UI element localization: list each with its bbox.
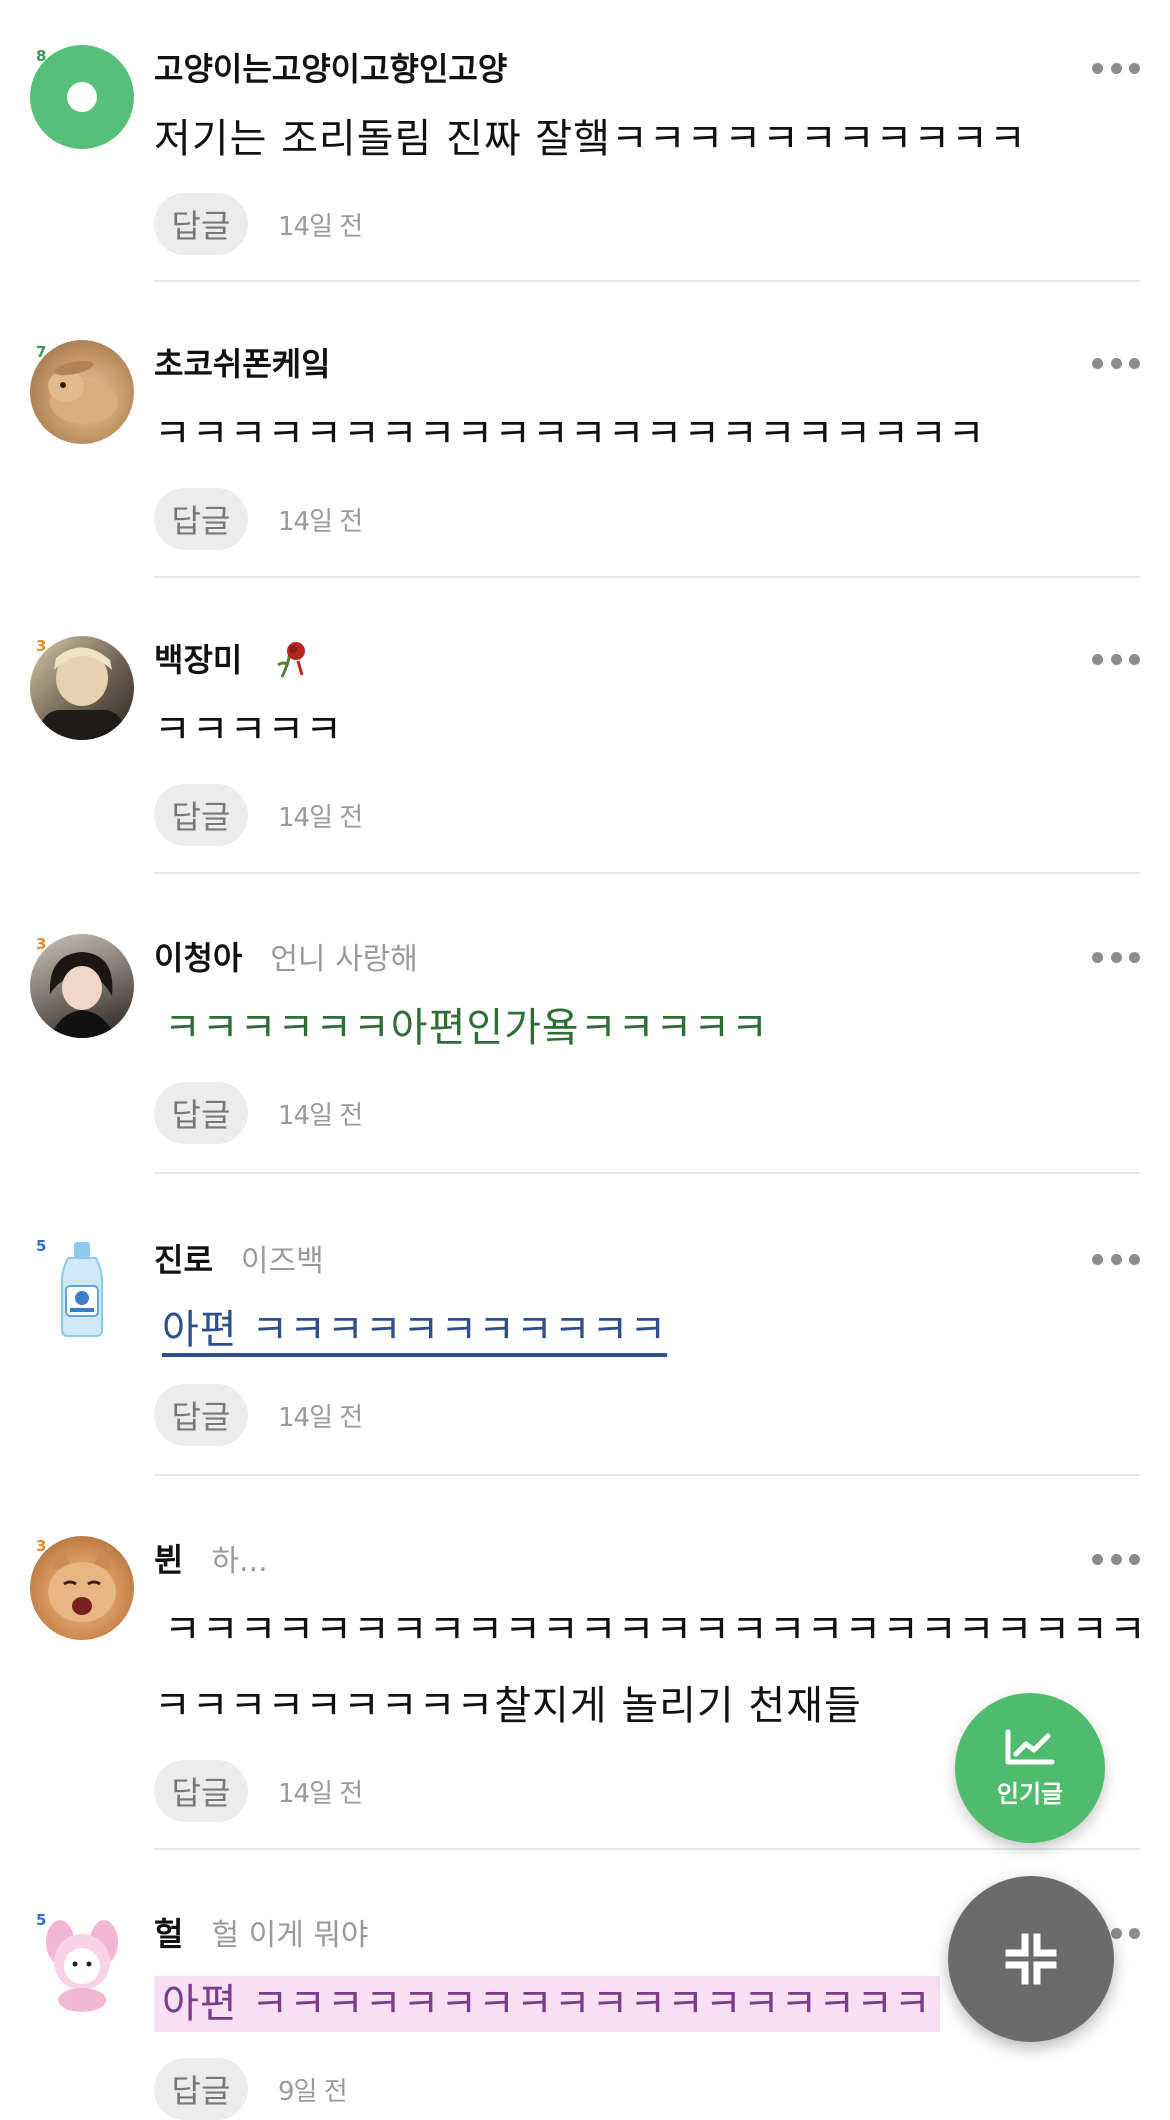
comment-text: 아편 ㅋㅋㅋㅋㅋㅋㅋㅋㅋㅋㅋㅋㅋㅋㅋㅋㅋㅋ: [154, 1976, 940, 2032]
level-badge: 5: [36, 1237, 47, 1255]
user-tag: 헐 이게 뭐야: [211, 1918, 369, 1953]
comment-link-text[interactable]: 아편 ㅋㅋㅋㅋㅋㅋㅋㅋㅋㅋㅋ: [154, 1302, 1140, 1358]
comment-text: 저기는 조리돌림 진짜 잘햌ㅋㅋㅋㅋㅋㅋㅋㅋㅋㅋㅋ: [154, 116, 1027, 162]
reply-button[interactable]: 답글: [154, 1082, 248, 1144]
level-badge: 5: [36, 1911, 47, 1929]
rose-icon: [277, 642, 306, 678]
trending-chart-icon: [1005, 1729, 1055, 1764]
popular-posts-button[interactable]: 인기글: [955, 1693, 1105, 1843]
comment-author[interactable]: 초코쉬폰케잌: [154, 339, 331, 385]
level-badge: 7: [36, 343, 47, 361]
comment-author[interactable]: 뷘: [154, 1535, 183, 1581]
level-badge: 8: [36, 47, 47, 65]
comment-author[interactable]: 이청아: [154, 933, 242, 979]
comment-time: 9일 전: [278, 2076, 348, 2107]
more-options-icon[interactable]: [1092, 652, 1140, 666]
comment-text: ㅋㅋㅋㅋㅋ: [154, 707, 343, 753]
comment-time: 14일 전: [278, 211, 363, 242]
comment-time: 14일 전: [278, 1778, 363, 1809]
collapse-arrows-icon: [1005, 1933, 1057, 1985]
collapse-button[interactable]: [948, 1876, 1114, 2042]
comment-author[interactable]: 백장미: [154, 635, 242, 681]
more-options-icon[interactable]: [1092, 1252, 1140, 1266]
popular-posts-label: 인기글: [996, 1779, 1064, 1808]
more-options-icon[interactable]: [1092, 61, 1140, 75]
comment-time: 14일 전: [278, 1402, 363, 1433]
comment-item: 8 고양이는고양이고향인고양 저기는 조리돌림 진짜 잘햌ㅋㅋㅋㅋㅋㅋㅋㅋㅋㅋㅋ…: [30, 0, 1140, 282]
more-options-icon[interactable]: [1092, 950, 1140, 964]
comment-author[interactable]: 진로: [154, 1235, 213, 1281]
comment-text: ㅋㅋㅋㅋㅋㅋㅋㅋㅋㅋㅋㅋㅋㅋㅋㅋㅋㅋㅋㅋㅋㅋ: [154, 411, 986, 457]
avatar-default-icon: [67, 82, 97, 112]
more-options-icon[interactable]: [1092, 356, 1140, 370]
comment-item: 7 초코쉬폰케잌 ㅋㅋㅋㅋㅋㅋㅋㅋㅋㅋㅋㅋㅋㅋㅋㅋㅋㅋㅋㅋㅋㅋ 답글 14일 전: [30, 282, 1140, 578]
level-badge: 3: [36, 1537, 47, 1555]
reply-button[interactable]: 답글: [154, 488, 248, 550]
level-badge: 3: [36, 935, 47, 953]
comment-time: 14일 전: [278, 1100, 363, 1131]
comment-item: 3 이청아 언니 사랑해 ㅋㅋㅋㅋㅋㅋ아편인가욬ㅋㅋㅋㅋㅋ 답글 14일 전: [30, 874, 1140, 1174]
comment-item: 3 백장미 ㅋㅋㅋㅋㅋ 답글 14일 전: [30, 578, 1140, 874]
reply-button[interactable]: 답글: [154, 2058, 248, 2120]
user-tag: 하...: [211, 1544, 268, 1579]
comment-text-line-1: ㅋㅋㅋㅋㅋㅋㅋㅋㅋㅋㅋㅋㅋㅋㅋㅋㅋㅋㅋㅋㅋㅋㅋㅋㅋㅋ: [164, 1607, 1147, 1653]
reply-button[interactable]: 답글: [154, 784, 248, 846]
comment-author[interactable]: 고양이는고양이고향인고양: [154, 44, 507, 90]
reply-button[interactable]: 답글: [154, 1384, 248, 1446]
reply-button[interactable]: 답글: [154, 193, 248, 255]
user-tag: 언니 사랑해: [270, 942, 418, 977]
reply-button[interactable]: 답글: [154, 1760, 248, 1822]
user-tag: 이즈백: [240, 1244, 324, 1279]
comment-time: 14일 전: [278, 802, 363, 833]
comment-text: ㅋㅋㅋㅋㅋㅋ아편인가욬ㅋㅋㅋㅋㅋ: [164, 1005, 769, 1051]
level-badge: 3: [36, 637, 47, 655]
comment-author[interactable]: 헐: [154, 1909, 183, 1955]
comment-time: 14일 전: [278, 506, 363, 537]
more-options-icon[interactable]: [1092, 1552, 1140, 1566]
comment-item: 5 진로 이즈백 아편 ㅋㅋㅋㅋㅋㅋㅋㅋㅋㅋㅋ 답글 14일 전: [30, 1174, 1140, 1476]
